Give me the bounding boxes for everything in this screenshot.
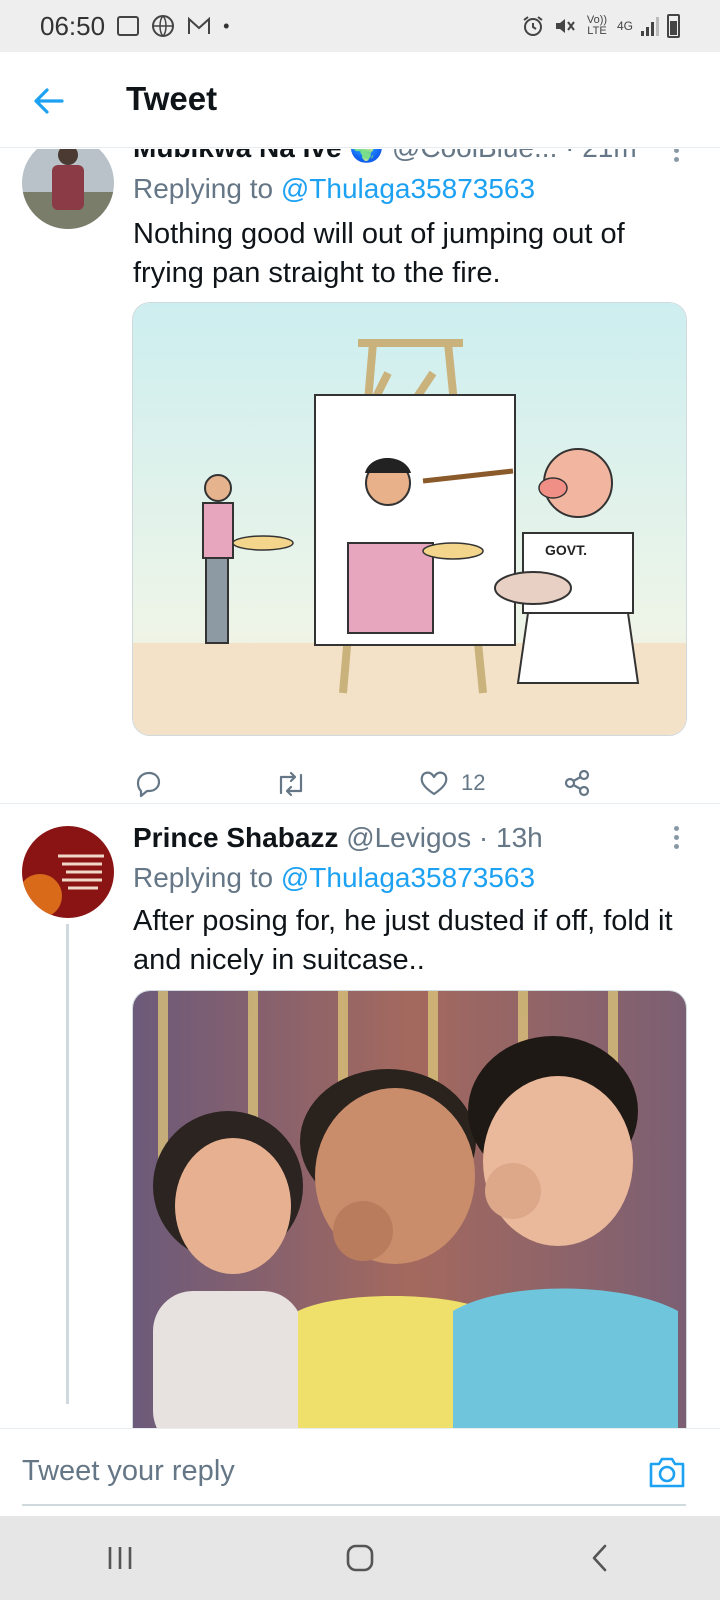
notification-dot: • — [223, 15, 230, 36]
replying-to: Replying to @Thulaga35873563 — [133, 862, 535, 894]
tweet-item[interactable]: Prince Shabazz @Levigos · 13h Replying t… — [0, 804, 720, 1429]
tweet-text: After posing for, he just dusted if off,… — [133, 905, 673, 976]
more-options-icon[interactable] — [674, 826, 680, 853]
display-name[interactable]: Mubikwa Na Ive — [133, 149, 342, 163]
alarm-icon — [523, 16, 543, 36]
volte-icon: Vo)) LTE — [586, 14, 608, 37]
cartoon-image[interactable]: GOVT. — [132, 302, 687, 736]
tweet-thread[interactable]: Mubikwa Na Ive 🌍 @CoolBlue... · 21m Repl… — [0, 149, 720, 1429]
laughing-kids-photo[interactable] — [132, 990, 687, 1429]
reply-input[interactable]: Tweet your reply — [22, 1455, 235, 1488]
tweet-actions: 12 — [133, 769, 633, 805]
back-button[interactable] — [570, 1538, 630, 1578]
replying-label: Replying to — [133, 862, 274, 893]
like-count: 12 — [461, 770, 486, 795]
status-time: 06:50 — [40, 10, 106, 41]
avatar[interactable] — [22, 149, 114, 229]
retweet-icon — [279, 771, 303, 797]
reply-icon — [136, 771, 161, 798]
replying-handle-link[interactable]: @Thulaga35873563 — [281, 862, 535, 893]
home-icon — [346, 1544, 374, 1572]
status-right: Vo)) LTE 4G — [521, 14, 680, 38]
4g-icon: 4G — [616, 19, 633, 33]
replying-label: Replying to — [133, 173, 274, 204]
mute-icon — [555, 19, 575, 33]
image-icon — [117, 16, 140, 36]
replying-to: Replying to @Thulaga35873563 — [133, 173, 535, 205]
handle-time: @Levigos · 13h — [346, 822, 543, 853]
share-button[interactable] — [563, 769, 591, 797]
like-button[interactable]: 12 — [419, 769, 485, 797]
tweet-text: Nothing good will out of jumping out of … — [133, 218, 625, 289]
tweet-header: Prince Shabazz @Levigos · 13h — [133, 822, 543, 854]
system-nav-bar — [0, 1516, 720, 1600]
govt-label: GOVT. — [545, 542, 587, 558]
home-button[interactable] — [330, 1538, 390, 1578]
chevron-left-icon — [592, 1544, 607, 1572]
replying-handle-link[interactable]: @Thulaga35873563 — [281, 173, 535, 204]
status-bar: 06:50 • Vo)) LTE 4G — [0, 0, 720, 52]
reply-composer[interactable]: Tweet your reply — [0, 1428, 720, 1516]
avatar[interactable] — [22, 826, 114, 918]
globe-badge-icon: 🌍 — [349, 149, 384, 163]
back-arrow-icon[interactable] — [32, 84, 66, 118]
share-icon — [564, 769, 590, 797]
page-title: Tweet — [126, 80, 218, 117]
thread-connector — [66, 924, 69, 1404]
camera-icon[interactable] — [648, 1455, 686, 1489]
status-left: 06:50 • — [40, 11, 229, 42]
reply-button[interactable] — [133, 769, 175, 799]
recent-apps-button[interactable] — [90, 1538, 150, 1578]
recent-apps-icon — [108, 1547, 132, 1569]
retweet-button[interactable] — [275, 769, 319, 799]
mail-icon — [188, 16, 211, 34]
tweet-header: Mubikwa Na Ive 🌍 @CoolBlue... · 21m — [133, 149, 637, 164]
display-name[interactable]: Prince Shabazz — [133, 822, 338, 853]
battery-icon — [667, 14, 680, 38]
more-options-icon[interactable] — [674, 149, 680, 166]
heart-icon — [420, 771, 448, 796]
globe-icon — [152, 15, 175, 37]
top-app-bar: Tweet — [0, 52, 720, 148]
signal-icon — [641, 16, 659, 36]
handle-time: @CoolBlue... · 21m — [392, 149, 637, 163]
reply-underline — [22, 1504, 686, 1506]
